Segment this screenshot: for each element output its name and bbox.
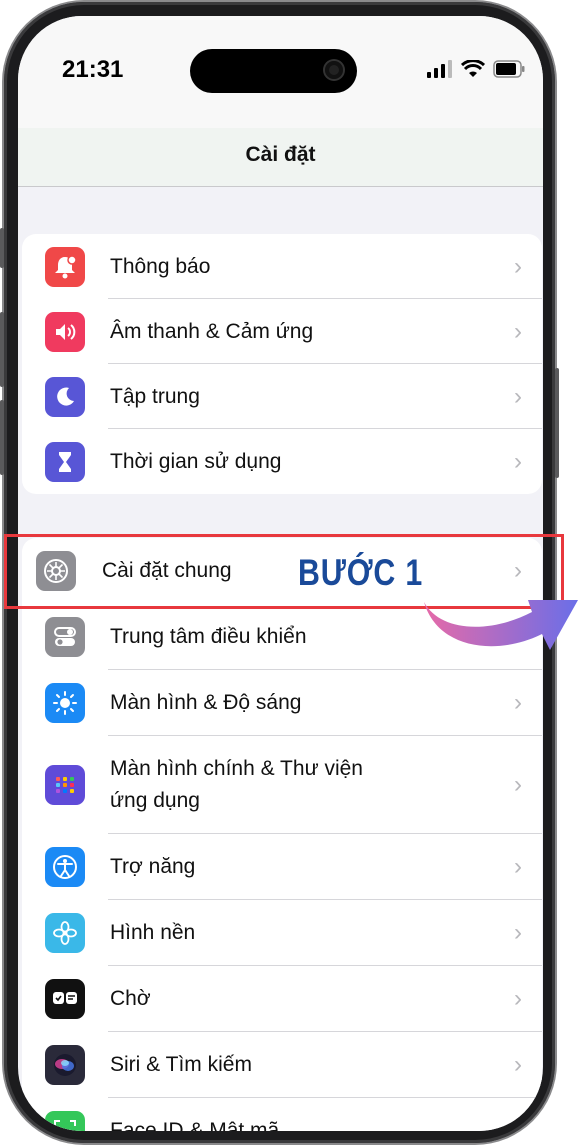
- settings-row-label: Tập trung: [110, 384, 200, 408]
- settings-row-label: Trung tâm điều khiển: [110, 625, 307, 648]
- bell-icon: [45, 246, 85, 287]
- settings-row-label: Thông báo: [110, 254, 211, 278]
- settings-row-focus[interactable]: Tập trung ›: [22, 364, 542, 429]
- accessibility-icon: [45, 847, 85, 887]
- action-button: [0, 228, 4, 268]
- chevron-right-icon: ›: [514, 382, 522, 410]
- settings-row-display[interactable]: Màn hình & Độ sáng ›: [22, 670, 542, 736]
- navigation-bar: Cài đặt: [18, 128, 543, 187]
- chevron-right-icon: ›: [514, 1051, 522, 1078]
- settings-row-accessibility[interactable]: Trợ năng ›: [22, 834, 542, 900]
- battery-icon: [493, 60, 525, 78]
- settings-row-sounds[interactable]: Âm thanh & Cảm ứng ›: [22, 299, 542, 364]
- chevron-right-icon: ›: [514, 689, 522, 716]
- status-bar: 21:31: [18, 16, 543, 128]
- wifi-icon: [461, 60, 485, 77]
- speaker-icon: [45, 311, 85, 352]
- flower-icon: [45, 913, 85, 953]
- settings-row-label: Chờ: [110, 987, 151, 1010]
- status-icons: [427, 60, 525, 78]
- settings-row-face-id[interactable]: Face ID & Mật mã: [22, 1098, 542, 1131]
- settings-row-siri[interactable]: Siri & Tìm kiếm ›: [22, 1032, 542, 1098]
- settings-row-label: Hình nền: [110, 921, 196, 944]
- settings-row-label: Màn hình & Độ sáng: [110, 691, 302, 714]
- siri-icon: [45, 1045, 85, 1085]
- settings-row-standby[interactable]: Chờ ›: [22, 966, 542, 1032]
- settings-row-wallpaper[interactable]: Hình nền ›: [22, 900, 542, 966]
- chevron-right-icon: ›: [514, 771, 522, 798]
- toggle-icon: [45, 617, 85, 657]
- status-time: 21:31: [62, 56, 124, 83]
- grid-icon: [45, 765, 85, 805]
- settings-row-label: Màn hình chính & Thư viện ứng dụng: [110, 757, 363, 812]
- signal-icon: [427, 60, 452, 78]
- settings-row-label: Face ID & Mật mã: [110, 1119, 280, 1131]
- chevron-right-icon: ›: [514, 317, 522, 345]
- settings-row-home-screen[interactable]: Màn hình chính & Thư viện ứng dụng ›: [22, 736, 542, 834]
- sun-icon: [45, 683, 85, 723]
- volume-down-button: [0, 400, 4, 475]
- hourglass-icon: [45, 441, 85, 482]
- settings-row-notifications[interactable]: Thông báo ›: [22, 234, 542, 299]
- settings-row-label: Siri & Tìm kiếm: [110, 1053, 252, 1076]
- settings-group-1: Thông báo › Âm thanh & Cảm ứng › Tập tru…: [22, 234, 542, 494]
- faceid-icon: [45, 1111, 85, 1131]
- camera-icon: [325, 61, 343, 79]
- page-title: Cài đặt: [245, 143, 316, 166]
- volume-up-button: [0, 312, 4, 387]
- chevron-right-icon: ›: [514, 853, 522, 880]
- arrow-icon: [424, 600, 578, 650]
- chevron-right-icon: ›: [514, 919, 522, 946]
- power-button: [555, 368, 559, 478]
- standby-icon: [45, 979, 85, 1019]
- step-label: BƯỚC 1: [298, 552, 424, 593]
- chevron-right-icon: ›: [514, 447, 522, 475]
- chevron-right-icon: ›: [514, 985, 522, 1012]
- dynamic-island: [190, 49, 357, 93]
- settings-row-label: Âm thanh & Cảm ứng: [110, 319, 314, 343]
- moon-icon: [45, 376, 85, 417]
- settings-row-label: Thời gian sử dụng: [110, 449, 282, 473]
- settings-row-screen-time[interactable]: Thời gian sử dụng ›: [22, 429, 542, 494]
- settings-row-label: Trợ năng: [110, 855, 196, 878]
- chevron-right-icon: ›: [514, 252, 522, 280]
